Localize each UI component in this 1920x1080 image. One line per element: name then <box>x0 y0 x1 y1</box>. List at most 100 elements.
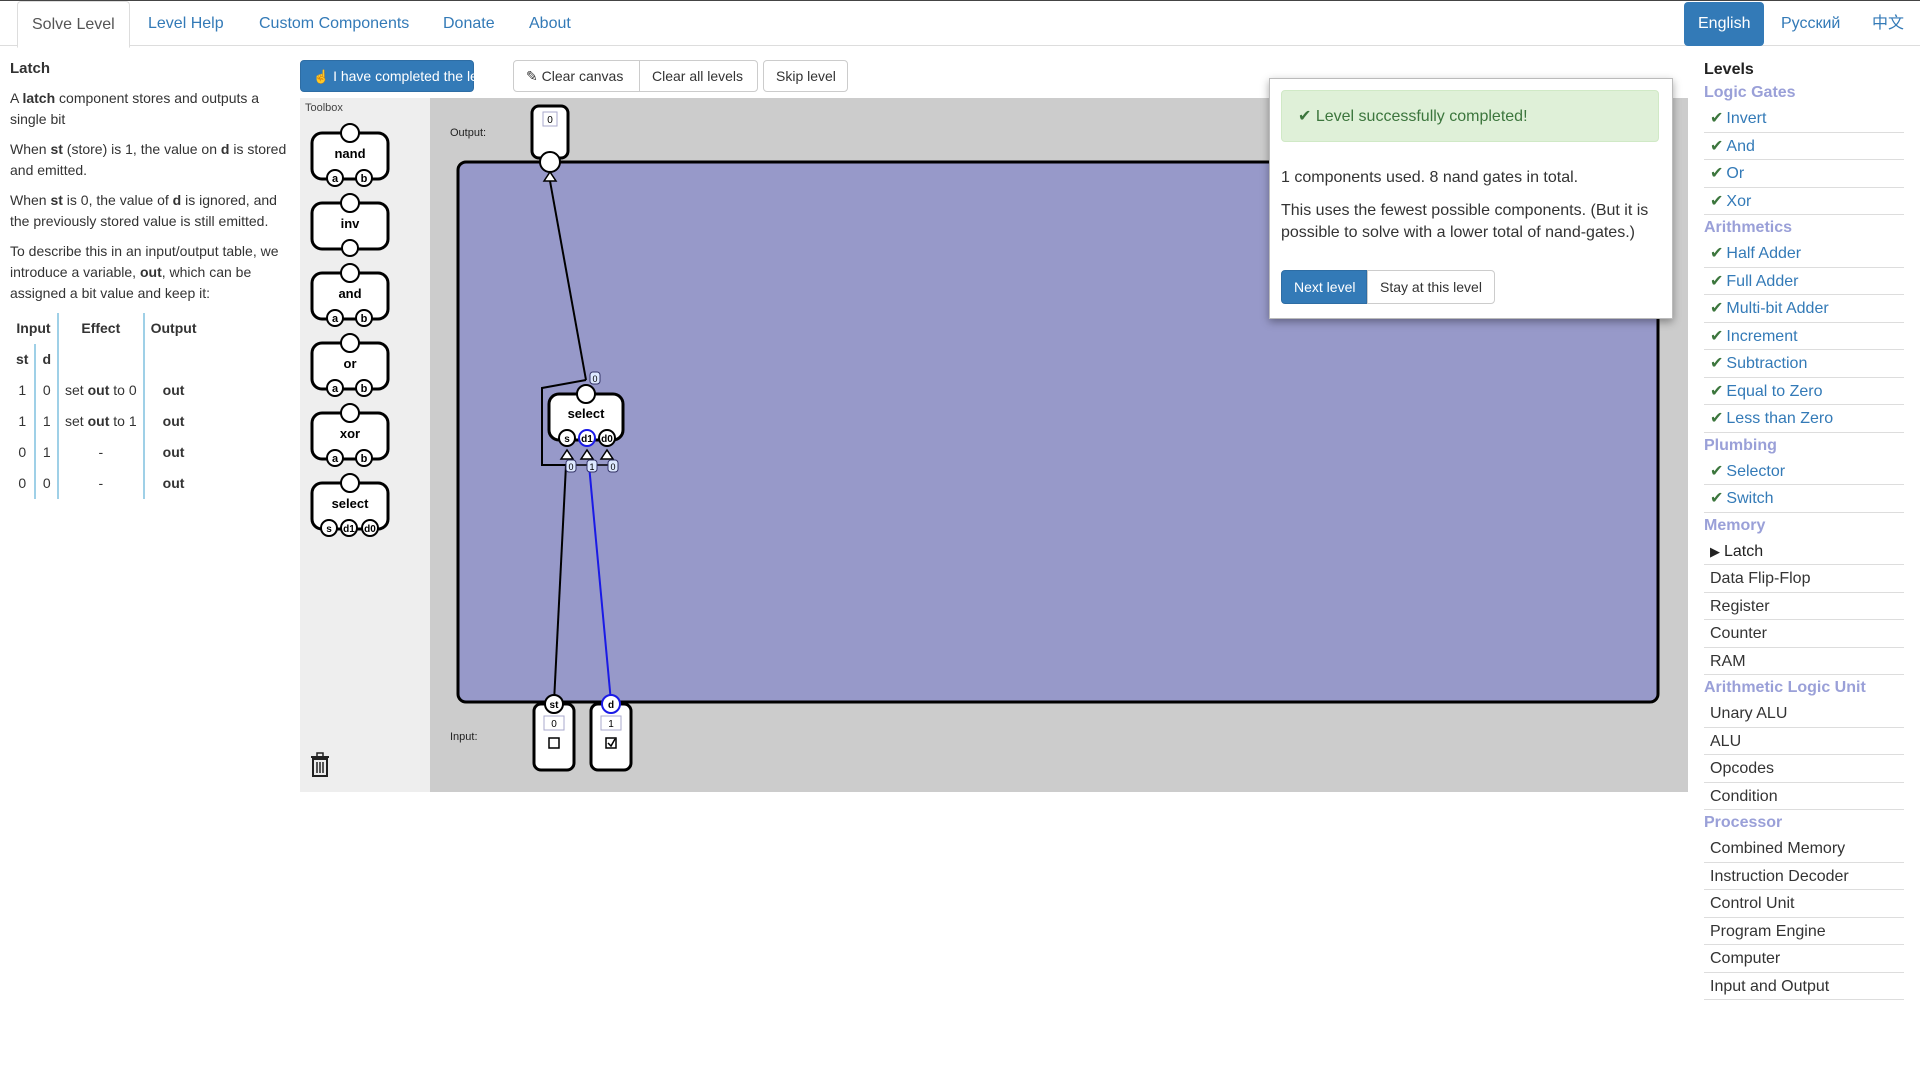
level-category: Plumbing <box>1704 436 1777 454</box>
level-item[interactable]: ✔ Half Adder <box>1704 240 1904 268</box>
svg-text:or: or <box>344 356 357 371</box>
tab-level-help[interactable]: Level Help <box>134 1 238 47</box>
tab-donate[interactable]: Donate <box>429 1 509 47</box>
svg-text:s: s <box>326 524 332 535</box>
svg-text:d1: d1 <box>343 524 355 535</box>
toolbox-nand-gate[interactable]: nand a b <box>310 123 390 187</box>
svg-text:d0: d0 <box>364 524 376 535</box>
level-item-label: Instruction Decoder <box>1710 867 1849 885</box>
level-item[interactable]: Condition <box>1704 783 1904 810</box>
stay-level-button[interactable]: Stay at this level <box>1367 270 1495 304</box>
level-item-label: Counter <box>1710 625 1767 642</box>
lang-russian[interactable]: Русский <box>1767 2 1854 46</box>
input-d-node[interactable]: d 1 <box>589 694 633 772</box>
clear-canvas-button[interactable]: ✎ Clear canvas <box>513 60 640 92</box>
svg-text:b: b <box>361 173 368 185</box>
toolbox-or-gate[interactable]: or a b <box>310 333 390 397</box>
svg-text:select: select <box>332 496 370 511</box>
level-item[interactable]: Data Flip-Flop <box>1704 565 1904 593</box>
level-item-label: Half Adder <box>1726 245 1802 262</box>
level-item[interactable]: Input and Output <box>1704 973 1904 1000</box>
lang-english[interactable]: English <box>1684 2 1765 46</box>
level-item[interactable]: ✔ Switch <box>1704 485 1904 513</box>
checkmark-icon: ✔ <box>1710 245 1724 262</box>
checkmark-icon: ✔ <box>1298 108 1312 125</box>
level-item[interactable]: Opcodes <box>1704 755 1904 783</box>
level-item[interactable]: Counter <box>1704 620 1904 648</box>
svg-text:0: 0 <box>551 719 557 730</box>
toolbox-xor-gate[interactable]: xor a b <box>310 403 390 467</box>
checkmark-icon: ✔ <box>1710 382 1724 400</box>
level-item[interactable]: ▶ Latch <box>1704 538 1904 565</box>
level-item-label: Invert <box>1726 110 1767 127</box>
toolbox-inv-gate[interactable]: inv <box>310 193 390 257</box>
level-item[interactable]: ✔ Invert <box>1704 105 1904 133</box>
level-item[interactable]: ✔ Full Adder <box>1704 268 1904 295</box>
io-header-input: Input <box>16 320 51 336</box>
next-level-button[interactable]: Next level <box>1281 270 1367 304</box>
toolbox-select-gate[interactable]: select s d1 d0 <box>310 473 390 537</box>
complete-level-button[interactable]: ☝ I have completed the level <box>300 60 496 92</box>
level-item-label: Selector <box>1726 462 1786 480</box>
result-stats: 1 components used. 8 nand gates in total… <box>1281 169 1579 186</box>
table-row: 00 - out <box>10 468 203 499</box>
level-item-label: Combined Memory <box>1710 840 1846 857</box>
level-item[interactable]: Combined Memory <box>1704 835 1904 863</box>
level-item[interactable]: ✔ And <box>1704 133 1904 160</box>
level-item-label: Increment <box>1726 327 1798 345</box>
level-category: Arithmetic Logic Unit <box>1704 679 1866 696</box>
level-category: Logic Gates <box>1704 84 1796 101</box>
level-item[interactable]: ✔ Or <box>1704 160 1904 188</box>
svg-text:s: s <box>564 434 570 445</box>
svg-text:0: 0 <box>610 462 615 472</box>
input-label: Input: <box>450 731 478 743</box>
svg-text:a: a <box>332 313 339 325</box>
output-label: Output: <box>450 127 486 139</box>
level-item[interactable]: ✔ Subtraction <box>1704 350 1904 378</box>
level-item[interactable]: ✔ Selector <box>1704 458 1904 485</box>
tab-about[interactable]: About <box>515 1 585 47</box>
level-item[interactable]: ✔ Xor <box>1704 188 1904 215</box>
level-item-label: Full Adder <box>1726 272 1799 290</box>
level-title: Latch <box>10 60 51 77</box>
level-category: Processor <box>1704 814 1783 831</box>
tab-solve-level[interactable]: Solve Level <box>17 1 130 48</box>
level-item[interactable]: Instruction Decoder <box>1704 863 1904 890</box>
level-description: Latch A latch component stores and outpu… <box>10 58 293 499</box>
clear-all-levels-button[interactable]: Clear all levels <box>639 60 758 92</box>
svg-text:a: a <box>332 383 339 395</box>
svg-text:a: a <box>332 453 339 465</box>
level-item[interactable]: ✔ Less than Zero <box>1704 405 1904 433</box>
level-item[interactable]: ✔ Multi-bit Adder <box>1704 295 1904 323</box>
level-item[interactable]: Register <box>1704 593 1904 620</box>
checkmark-icon: ✔ <box>1710 462 1724 480</box>
skip-level-button[interactable]: Skip level <box>763 60 848 92</box>
svg-text:nand: nand <box>334 146 365 161</box>
level-item-label: Control Unit <box>1710 895 1795 912</box>
level-item[interactable]: Unary ALU <box>1704 700 1904 728</box>
level-item[interactable]: Computer <box>1704 945 1904 973</box>
toolbox-and-gate[interactable]: and a b <box>310 263 390 327</box>
svg-text:and: and <box>338 286 361 301</box>
level-item[interactable]: ✔ Equal to Zero <box>1704 378 1904 405</box>
io-header-effect: Effect <box>57 313 144 344</box>
level-item[interactable]: Control Unit <box>1704 890 1904 918</box>
eraser-icon: ✎ <box>526 68 538 84</box>
trash-icon[interactable] <box>311 752 329 777</box>
level-item-label: Condition <box>1710 787 1778 805</box>
svg-text:a: a <box>332 173 339 185</box>
level-item[interactable]: RAM <box>1704 648 1904 675</box>
svg-text:1: 1 <box>608 719 614 730</box>
top-nav: Solve Level Level Help Custom Components… <box>0 0 1920 48</box>
lang-chinese[interactable]: 中文 <box>1858 2 1918 46</box>
input-st-node[interactable]: st 0 <box>532 694 576 772</box>
svg-text:xor: xor <box>340 426 360 441</box>
level-item-label: Switch <box>1726 490 1774 507</box>
tab-custom-components[interactable]: Custom Components <box>245 1 423 47</box>
st-checkbox[interactable] <box>548 737 560 749</box>
level-item[interactable]: Program Engine <box>1704 918 1904 945</box>
level-item[interactable]: ✔ Increment <box>1704 323 1904 350</box>
level-category: Memory <box>1704 516 1766 534</box>
level-item-label: And <box>1726 137 1755 155</box>
level-item[interactable]: ALU <box>1704 728 1904 755</box>
